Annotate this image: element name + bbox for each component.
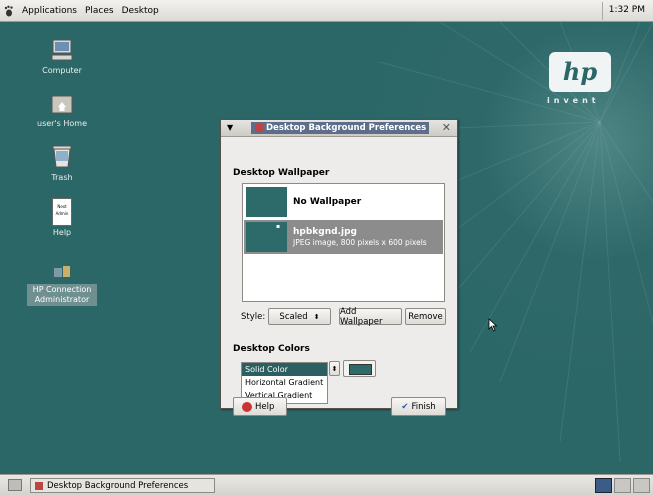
style-label: Style: xyxy=(241,312,266,322)
color-option-solid[interactable]: Solid Color xyxy=(242,363,327,376)
color-type-arrow[interactable]: ⬍ xyxy=(329,361,340,376)
remove-button[interactable]: Remove xyxy=(405,308,446,325)
workspace-3[interactable] xyxy=(633,478,650,493)
wallpaper-name: hpbkgnd.jpg xyxy=(293,227,357,237)
desktop-icon-hp-connection-admin[interactable]: HP Connection Administrator xyxy=(27,264,97,306)
help-button[interactable]: Help xyxy=(233,397,287,416)
help-doc-line2: Admin xyxy=(55,211,69,216)
desktop-icon-trash[interactable]: Trash xyxy=(27,143,97,183)
top-panel: Applications Places Desktop 1:32 PM xyxy=(0,0,653,22)
menu-desktop[interactable]: Desktop xyxy=(122,6,159,16)
menu-places[interactable]: Places xyxy=(85,6,114,16)
show-desktop-icon[interactable] xyxy=(8,479,22,491)
desktop-icon-label: Computer xyxy=(42,66,82,75)
close-icon[interactable]: ✕ xyxy=(442,121,451,134)
network-admin-icon xyxy=(54,266,70,277)
desktop-icon-label: Trash xyxy=(51,173,73,182)
app-icon xyxy=(35,481,43,490)
desktop-icon-help[interactable]: Next Admin Help xyxy=(27,198,97,238)
style-select[interactable]: Scaled ⬍ xyxy=(268,308,331,325)
dialog-title: Desktop Background Preferences xyxy=(266,123,427,133)
color-swatch xyxy=(349,364,372,375)
background-preferences-dialog: ▼ Desktop Background Preferences ✕ Deskt… xyxy=(220,119,458,416)
clock[interactable]: 1:32 PM xyxy=(609,5,645,15)
desktop-icon-label: Help xyxy=(52,228,72,237)
help-doc-line1: Next xyxy=(57,204,67,209)
wallpaper-heading: Desktop Wallpaper xyxy=(233,168,330,178)
updown-arrows-icon: ⬍ xyxy=(313,312,320,321)
dialog-title-area: Desktop Background Preferences xyxy=(251,122,429,134)
app-icon xyxy=(255,124,263,132)
wallpaper-name: No Wallpaper xyxy=(293,197,362,207)
desktop[interactable]: Computer user's Home Trash Next Admin He… xyxy=(0,22,653,474)
finish-button-label: Finish xyxy=(411,401,436,412)
color-option-horizontal[interactable]: Horizontal Gradient xyxy=(242,376,327,389)
style-value: Scaled xyxy=(279,311,308,322)
taskbar-window-label: Desktop Background Preferences xyxy=(47,480,189,491)
wallpaper-list[interactable]: No Wallpaper ▪ hpbkgnd.jpg JPEG image, 8… xyxy=(242,183,445,302)
desktop-icon-label: HP Connection Administrator xyxy=(27,284,97,306)
workspace-1[interactable] xyxy=(595,478,612,493)
help-document-icon: Next Admin xyxy=(52,198,72,226)
help-button-label: Help xyxy=(255,401,275,412)
wallpaper-item-none[interactable]: No Wallpaper xyxy=(244,185,443,219)
colors-heading: Desktop Colors xyxy=(233,344,310,354)
finish-button[interactable]: ✔ Finish xyxy=(391,397,446,416)
desktop-icon-home[interactable]: user's Home xyxy=(27,93,97,129)
wallpaper-thumbnail: ▪ xyxy=(246,222,287,252)
wallpaper-description: JPEG image, 800 pixels x 600 pixels xyxy=(293,238,427,247)
help-icon xyxy=(242,401,252,412)
desktop-icon-computer[interactable]: Computer xyxy=(27,38,97,76)
taskbar-window-button[interactable]: Desktop Background Preferences xyxy=(30,478,215,493)
wallpaper-item-hpbkgnd[interactable]: ▪ hpbkgnd.jpg JPEG image, 800 pixels x 6… xyxy=(244,220,443,254)
computer-icon xyxy=(51,39,73,61)
checkmark-icon: ✔ xyxy=(401,401,409,412)
brand-tagline: invent xyxy=(547,96,600,105)
hp-logo: hp xyxy=(549,52,611,92)
desktop-icon-label: user's Home xyxy=(37,119,87,128)
home-folder-icon xyxy=(51,95,73,114)
gnome-foot-icon[interactable] xyxy=(4,5,14,17)
color-picker-button[interactable] xyxy=(343,360,376,377)
mouse-pointer-icon xyxy=(488,318,498,332)
trash-icon xyxy=(52,145,72,168)
menu-applications[interactable]: Applications xyxy=(22,6,77,16)
bottom-panel: Desktop Background Preferences xyxy=(0,474,653,495)
dialog-titlebar[interactable]: ▼ Desktop Background Preferences ✕ xyxy=(221,120,457,137)
hp-logo-text: hp xyxy=(563,57,597,86)
panel-separator xyxy=(602,2,603,20)
add-wallpaper-button[interactable]: Add Wallpaper xyxy=(339,307,402,327)
wallpaper-thumbnail xyxy=(246,187,287,217)
window-menu-icon[interactable]: ▼ xyxy=(227,123,233,132)
workspace-2[interactable] xyxy=(614,478,631,493)
